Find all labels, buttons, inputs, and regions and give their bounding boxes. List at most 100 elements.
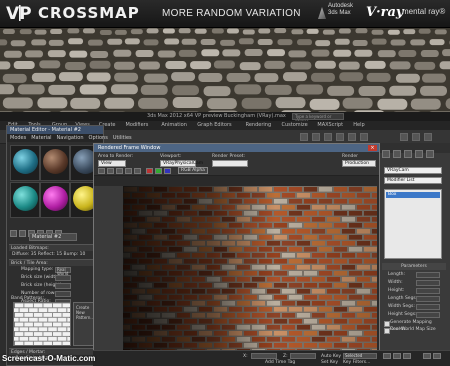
autodesk-icon	[318, 7, 326, 19]
brick-param-value[interactable]	[55, 283, 71, 289]
hierarchy-tab-icon[interactable]	[404, 150, 412, 158]
modify-tab-icon[interactable]	[393, 150, 401, 158]
rotate-icon[interactable]	[348, 133, 356, 141]
select-icon[interactable]	[324, 133, 332, 141]
menu-item[interactable]: MAXScript	[317, 122, 343, 128]
assign-material-icon[interactable]	[19, 230, 26, 237]
cobblestone-hero-image	[0, 28, 450, 113]
material-menu-item[interactable]: Material	[31, 135, 51, 141]
param-spinner[interactable]	[416, 296, 440, 302]
modifier-list-dropdown[interactable]: Modifier List	[384, 177, 442, 184]
auto-key-button[interactable]: Auto Key	[321, 354, 341, 359]
status-bar: X: Z: Auto Key Selected Set Key Key Filt…	[93, 350, 450, 366]
set-key-button[interactable]: Set Key	[321, 360, 338, 365]
material-menu-item[interactable]: Navigation	[57, 135, 84, 141]
menu-item[interactable]: Customize	[282, 122, 308, 128]
param-spinner[interactable]	[416, 288, 440, 294]
copy-image-icon[interactable]	[107, 168, 114, 174]
param-spinner[interactable]	[416, 272, 440, 278]
play-icon[interactable]	[393, 353, 401, 359]
selected-dropdown[interactable]: Selected	[343, 353, 377, 359]
param-row: Width Segs:	[382, 303, 446, 311]
menu-item[interactable]: Rendering	[246, 122, 272, 128]
menu-item[interactable]: Modifiers	[126, 122, 149, 128]
next-frame-icon[interactable]	[403, 353, 411, 359]
command-panel: VRayCam Modifier List Box Parameters Len…	[380, 143, 450, 366]
param-row: Height Segs:	[382, 311, 446, 319]
material-toolbar	[10, 222, 98, 237]
green-channel-icon[interactable]	[155, 168, 162, 174]
z-label: Z:	[283, 354, 288, 359]
material-slots	[10, 145, 98, 219]
pan-icon[interactable]	[433, 353, 441, 359]
add-time-tag-button[interactable]: Add Time Tag	[265, 360, 295, 365]
z-coordinate-field[interactable]	[290, 353, 316, 359]
brick-param-value[interactable]: Real World	[55, 267, 71, 276]
menu-item[interactable]: Graph Editors	[197, 122, 231, 128]
material-slot[interactable]	[40, 145, 70, 181]
menu-item[interactable]: Help	[353, 122, 364, 128]
motion-tab-icon[interactable]	[415, 150, 423, 158]
material-slot[interactable]	[40, 182, 70, 218]
clear-icon[interactable]	[134, 168, 141, 174]
material-name-field[interactable]: Material #2	[29, 233, 77, 241]
param-spinner[interactable]	[416, 304, 440, 310]
param-spinner[interactable]	[416, 312, 440, 318]
watermark: Screencast-O-Matic.com	[2, 354, 96, 363]
param-row: Height:	[382, 287, 446, 295]
search-input[interactable]: Type a keyword or phrase	[292, 113, 344, 124]
display-tab-icon[interactable]	[426, 150, 434, 158]
real-world-checkbox[interactable]: Real-World Map Size	[382, 326, 446, 334]
blue-channel-icon[interactable]	[164, 168, 171, 174]
menu-item[interactable]: Animation	[161, 122, 187, 128]
brick-param-value[interactable]	[55, 275, 71, 281]
app-title: 3ds Max 2012 x64 VP preview Buckingham (…	[147, 113, 286, 119]
stack-item[interactable]: Box	[386, 192, 440, 198]
channel-dropdown[interactable]: RGB Alpha	[178, 167, 208, 174]
prev-frame-icon[interactable]	[383, 353, 391, 359]
app-titlebar: 3ds Max 2012 x64 VP preview Buckingham (…	[0, 112, 450, 124]
render-frame-icon[interactable]	[412, 133, 420, 141]
area-to-render-dropdown[interactable]: View	[98, 160, 126, 167]
x-label: X:	[243, 354, 248, 359]
render-preset-dropdown[interactable]	[212, 160, 248, 167]
print-icon[interactable]	[125, 168, 132, 174]
vray-logo: V·ray	[366, 5, 404, 20]
material-menu-item[interactable]: Options	[89, 135, 108, 141]
render-icon[interactable]	[424, 133, 432, 141]
generate-mapping-checkbox[interactable]: Generate Mapping Coords.	[382, 319, 446, 332]
material-menu-item[interactable]: Modes	[10, 135, 26, 141]
material-editor-window: Material Editor - Material #2 Modes Mater…	[6, 125, 132, 366]
material-menu-item[interactable]: Utilities	[113, 135, 132, 141]
clone-icon[interactable]	[116, 168, 123, 174]
x-coordinate-field[interactable]	[251, 353, 277, 359]
material-slot[interactable]	[10, 182, 40, 218]
param-spinner[interactable]	[416, 280, 440, 286]
band-patterns-rollout: Band Patterns:	[11, 296, 45, 301]
param-row: Length Segs:	[382, 295, 446, 303]
create-tab-icon[interactable]	[382, 150, 390, 158]
save-image-icon[interactable]	[98, 168, 105, 174]
object-name-field[interactable]: VRayCam	[384, 167, 442, 174]
get-material-icon[interactable]	[10, 230, 17, 237]
zoom-icon[interactable]	[423, 353, 431, 359]
render-setup-icon[interactable]	[400, 133, 408, 141]
brand-title: CROSSMAP	[38, 4, 140, 22]
tagline: MORE RANDOM VARIATION	[162, 8, 301, 19]
param-row: Length:	[382, 271, 446, 279]
material-slot[interactable]	[10, 145, 40, 181]
render-mode-dropdown[interactable]: Production	[342, 160, 376, 167]
render-frame-title[interactable]: Rendered Frame Window	[94, 144, 379, 152]
redo-icon[interactable]	[312, 133, 320, 141]
render-frame-toolbar: Area to Render: View Viewport: VRayPhysi…	[94, 152, 379, 176]
close-icon[interactable]: ×	[368, 145, 377, 151]
scale-icon[interactable]	[360, 133, 368, 141]
move-icon[interactable]	[336, 133, 344, 141]
undo-icon[interactable]	[300, 133, 308, 141]
material-editor-title[interactable]: Material Editor - Material #2	[7, 126, 103, 134]
loaded-bitmaps-rollout: Loaded Bitmaps: Diffuse: 35 Reflect: 15 …	[9, 244, 101, 258]
red-channel-icon[interactable]	[146, 168, 153, 174]
viewport-dropdown[interactable]: VRayPhysicalCam	[160, 160, 203, 167]
key-filters-button[interactable]: Key Filters...	[343, 360, 370, 365]
param-row: Width:	[382, 279, 446, 287]
